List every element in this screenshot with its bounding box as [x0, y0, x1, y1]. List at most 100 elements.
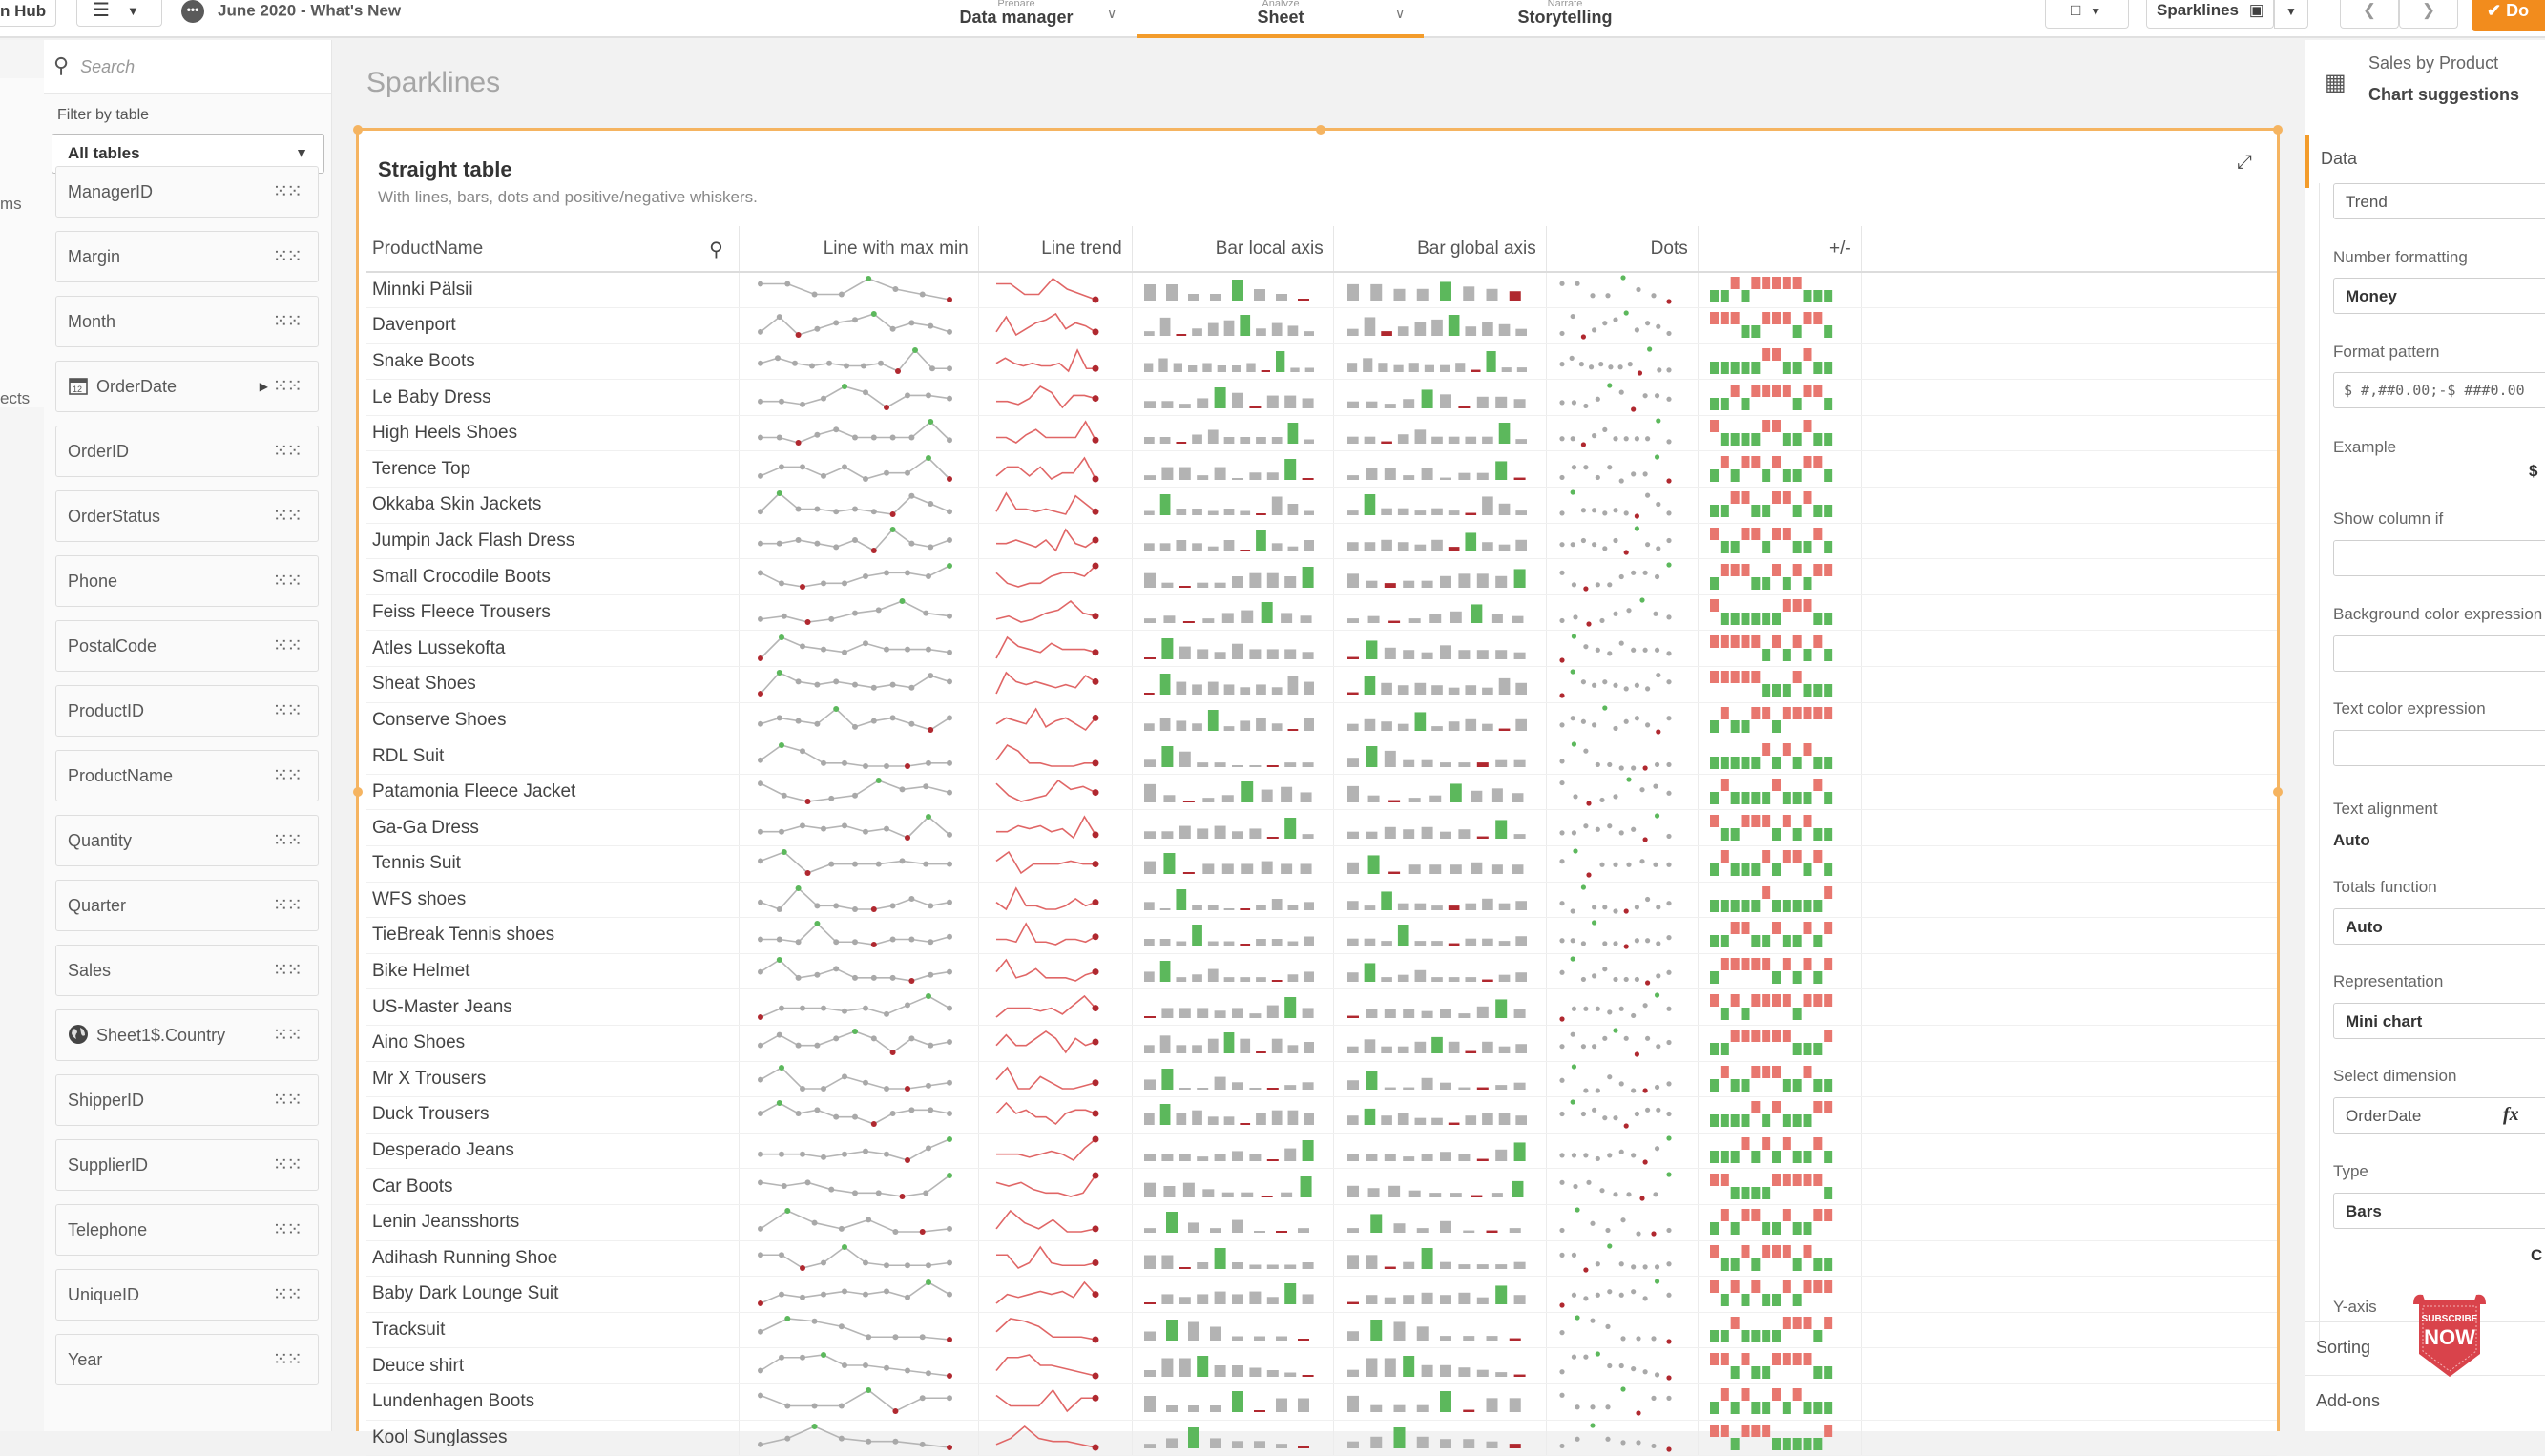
resize-handle[interactable]: [353, 787, 363, 797]
drag-handle-icon[interactable]: ⁙⁙: [272, 1335, 302, 1384]
hub-button[interactable]: n Hub: [0, 0, 57, 27]
field-item[interactable]: Quantity ⁙⁙: [55, 815, 319, 866]
product-name-cell[interactable]: Adihash Running Shoe: [366, 1240, 740, 1278]
drag-handle-icon[interactable]: ⁙⁙: [272, 491, 302, 541]
field-item[interactable]: Quarter ⁙⁙: [55, 880, 319, 931]
product-name-cell[interactable]: US-Master Jeans: [366, 988, 740, 1026]
product-name-cell[interactable]: Tracksuit: [366, 1312, 740, 1349]
product-name-cell[interactable]: Atles Lussekofta: [366, 630, 740, 668]
table-row[interactable]: Adihash Running Shoe: [366, 1240, 2277, 1278]
table-row[interactable]: Le Baby Dress: [366, 379, 2277, 416]
subscribe-badge[interactable]: SUBSCRIBE NOW: [2409, 1291, 2490, 1379]
product-name-cell[interactable]: Duck Trousers: [366, 1096, 740, 1134]
field-item[interactable]: ProductName ⁙⁙: [55, 750, 319, 801]
table-row[interactable]: Sheat Shoes: [366, 666, 2277, 703]
field-item[interactable]: 12 OrderDate ▶ ⁙⁙: [55, 361, 319, 412]
field-item[interactable]: Phone ⁙⁙: [55, 555, 319, 607]
drag-handle-icon[interactable]: ⁙⁙: [272, 1205, 302, 1255]
product-name-cell[interactable]: Terence Top: [366, 450, 740, 489]
format-pattern-input[interactable]: $ #,##0.00;-$ ###0.00: [2333, 372, 2545, 408]
field-item[interactable]: Month ⁙⁙: [55, 296, 319, 347]
product-name-cell[interactable]: Sheat Shoes: [366, 666, 740, 703]
table-row[interactable]: Conserve Shoes: [366, 702, 2277, 739]
chart-suggestions-toggle[interactable]: Chart suggestions: [2368, 85, 2519, 105]
product-name-cell[interactable]: Ga-Ga Dress: [366, 809, 740, 846]
field-item[interactable]: OrderStatus ⁙⁙: [55, 490, 319, 542]
resize-handle[interactable]: [2273, 125, 2283, 135]
table-row[interactable]: Terence Top: [366, 450, 2277, 489]
product-name-cell[interactable]: Minnki Pälsii: [366, 272, 740, 309]
tab-narrate[interactable]: Narrate Storytelling: [1489, 0, 1641, 38]
tab-prepare[interactable]: Prepare Data manager ∨: [897, 0, 1136, 38]
product-name-cell[interactable]: Feiss Fleece Trousers: [366, 594, 740, 632]
field-item[interactable]: OrderID ⁙⁙: [55, 426, 319, 477]
product-name-cell[interactable]: RDL Suit: [366, 738, 740, 775]
expression-editor-button[interactable]: fx: [2493, 1098, 2531, 1134]
field-item[interactable]: Telephone ⁙⁙: [55, 1204, 319, 1256]
table-row[interactable]: Davenport: [366, 307, 2277, 344]
global-menu-button[interactable]: ☰ ▼: [76, 0, 162, 27]
table-row[interactable]: Atles Lussekofta: [366, 630, 2277, 668]
type-select[interactable]: Bars: [2333, 1193, 2545, 1229]
assets-nav-item[interactable]: ects: [0, 389, 30, 408]
field-search-input[interactable]: ⚲ Search: [44, 40, 331, 94]
product-name-cell[interactable]: Lundenhagen Boots: [366, 1383, 740, 1421]
background-color-input[interactable]: [2333, 635, 2545, 672]
field-item[interactable]: ProductID ⁙⁙: [55, 685, 319, 737]
text-alignment-value[interactable]: Auto: [2333, 831, 2370, 850]
number-formatting-select[interactable]: Money: [2333, 278, 2545, 314]
table-row[interactable]: Ga-Ga Dress: [366, 809, 2277, 846]
product-name-cell[interactable]: Mr X Trousers: [366, 1061, 740, 1098]
representation-select[interactable]: Mini chart: [2333, 1003, 2545, 1039]
product-name-cell[interactable]: Davenport: [366, 307, 740, 344]
tab-analyze[interactable]: Analyze Sheet ∨: [1137, 0, 1424, 38]
drag-handle-icon[interactable]: ⁙⁙: [272, 621, 302, 671]
drag-handle-icon[interactable]: ⁙⁙: [272, 1010, 302, 1060]
table-row[interactable]: Aino Shoes: [366, 1025, 2277, 1062]
product-name-cell[interactable]: Le Baby Dress: [366, 379, 740, 416]
table-row[interactable]: Duck Trousers: [366, 1096, 2277, 1134]
chevron-down-icon[interactable]: ∨: [1107, 6, 1116, 22]
done-editing-button[interactable]: ✔ Do: [2472, 0, 2545, 31]
product-name-cell[interactable]: Snake Boots: [366, 343, 740, 381]
fullscreen-icon[interactable]: ⤢: [2237, 152, 2252, 174]
table-row[interactable]: WFS shoes: [366, 882, 2277, 919]
product-name-cell[interactable]: Bike Helmet: [366, 953, 740, 990]
drag-handle-icon[interactable]: ⁙⁙: [272, 426, 302, 476]
assets-nav-item[interactable]: ms: [0, 195, 22, 214]
table-row[interactable]: Minnki Pälsii: [366, 272, 2277, 309]
table-row[interactable]: Okkaba Skin Jackets: [366, 487, 2277, 524]
table-row[interactable]: Bike Helmet: [366, 953, 2277, 990]
drag-handle-icon[interactable]: ⁙⁙: [272, 881, 302, 930]
column-header-bar-local-axis[interactable]: Bar local axis: [1132, 226, 1334, 273]
column-header-dots[interactable]: Dots: [1546, 226, 1699, 273]
product-name-cell[interactable]: Baby Dark Lounge Suit: [366, 1276, 740, 1313]
drag-handle-icon[interactable]: ⁙⁙: [272, 1270, 302, 1320]
column-header-line-trend[interactable]: Line trend: [978, 226, 1133, 273]
drag-handle-icon[interactable]: ⁙⁙: [272, 686, 302, 736]
drag-handle-icon[interactable]: ⁙⁙: [272, 297, 302, 346]
product-name-cell[interactable]: Desperado Jeans: [366, 1133, 740, 1170]
product-name-cell[interactable]: Patamonia Fleece Jacket: [366, 774, 740, 811]
field-item[interactable]: ShipperID ⁙⁙: [55, 1074, 319, 1126]
table-row[interactable]: Lundenhagen Boots: [366, 1383, 2277, 1421]
drag-handle-icon[interactable]: ⁙⁙: [272, 946, 302, 995]
resize-handle[interactable]: [353, 125, 363, 135]
table-row[interactable]: TieBreak Tennis shoes: [366, 917, 2277, 954]
field-item[interactable]: Year ⁙⁙: [55, 1334, 319, 1385]
search-icon[interactable]: ⚲: [709, 238, 723, 261]
drag-handle-icon[interactable]: ⁙⁙: [272, 1075, 302, 1125]
next-sheet-button[interactable]: ❯: [2399, 0, 2458, 29]
sheet-selector[interactable]: Sparklines ▣: [2146, 0, 2274, 29]
product-name-cell[interactable]: High Heels Shoes: [366, 415, 740, 452]
table-row[interactable]: RDL Suit: [366, 738, 2277, 775]
table-row[interactable]: Deuce shirt: [366, 1347, 2277, 1384]
section-add-ons[interactable]: Add-ons: [2305, 1375, 2545, 1428]
column-header-bar-global-axis[interactable]: Bar global axis: [1333, 226, 1547, 273]
product-name-cell[interactable]: Car Boots: [366, 1168, 740, 1205]
section-data[interactable]: Data: [2305, 135, 2545, 188]
table-row[interactable]: Car Boots: [366, 1168, 2277, 1205]
table-row[interactable]: Tracksuit: [366, 1312, 2277, 1349]
table-row[interactable]: Baby Dark Lounge Suit: [366, 1276, 2277, 1313]
field-item[interactable]: UniqueID ⁙⁙: [55, 1269, 319, 1321]
